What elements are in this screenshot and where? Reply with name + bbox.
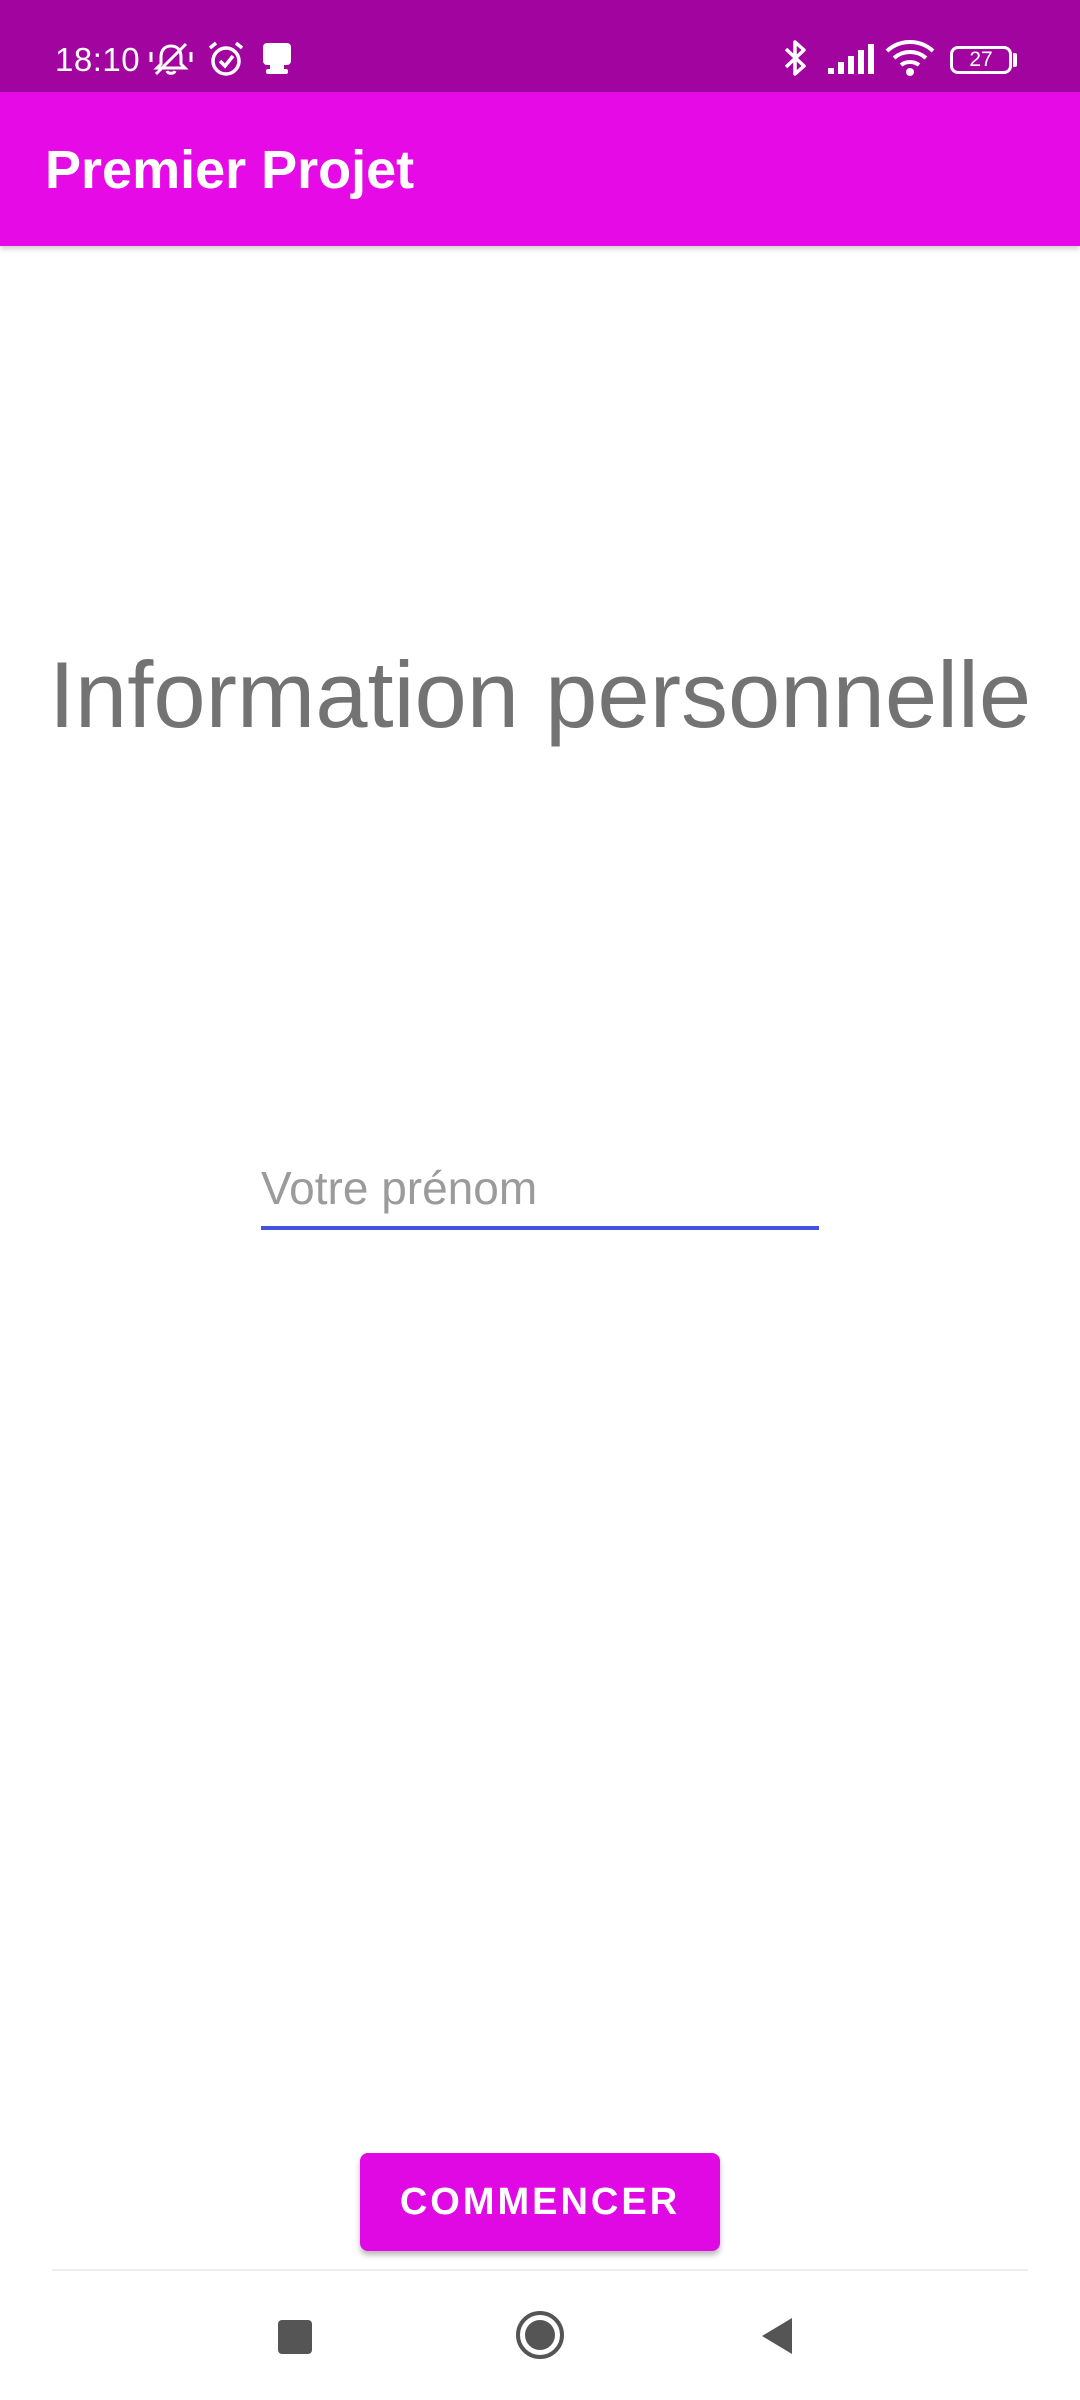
nav-divider <box>52 2269 1028 2271</box>
square-icon <box>278 2320 312 2354</box>
first-name-input[interactable] <box>261 1158 819 1230</box>
start-button[interactable]: COMMENCER <box>360 2153 720 2251</box>
notification-icon <box>263 43 291 74</box>
status-time: 18:10 <box>55 41 141 78</box>
bluetooth-icon <box>784 40 806 76</box>
battery-tip <box>1013 53 1017 67</box>
back-triangle-icon <box>762 2318 792 2354</box>
app-title: Premier Projet <box>45 140 415 200</box>
app-bar: Premier Projet <box>0 92 1080 246</box>
home-dot-icon <box>525 2320 555 2350</box>
recents-button[interactable] <box>274 2316 316 2358</box>
page-heading: Information personnelle <box>48 642 1032 747</box>
status-bar: 18:10 27 <box>0 0 1080 92</box>
signal-icon <box>828 44 874 74</box>
home-button[interactable] <box>514 2309 566 2361</box>
battery-icon: 27 <box>950 46 1012 74</box>
screen: 18:10 27 Premier Projet Information pers… <box>0 0 1080 2400</box>
back-button[interactable] <box>756 2314 798 2358</box>
mute-icon <box>149 42 193 76</box>
wifi-icon <box>885 40 935 76</box>
alarm-icon <box>208 41 244 76</box>
